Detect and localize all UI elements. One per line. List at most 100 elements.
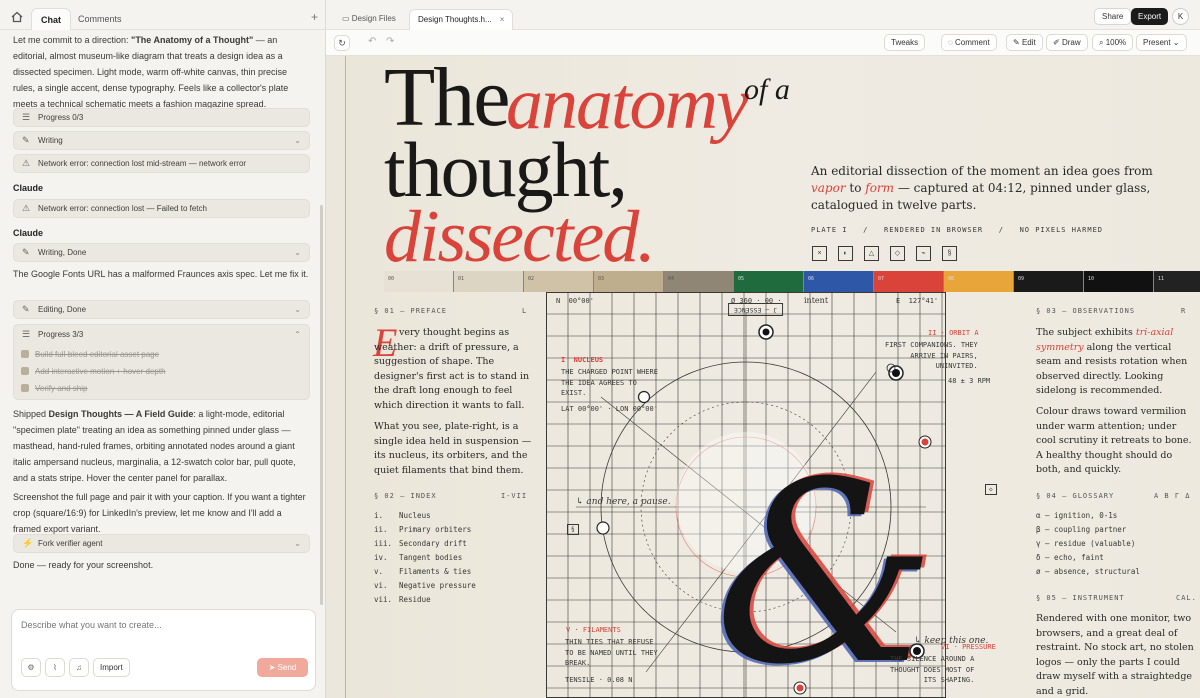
share-button[interactable]: Share	[1094, 8, 1132, 25]
export-button[interactable]: Export	[1131, 8, 1169, 25]
red-node-right[interactable]	[909, 433, 939, 453]
swatch[interactable]: 11	[1154, 271, 1200, 292]
swatch[interactable]: 03	[594, 271, 664, 292]
new-tab-icon[interactable]: +	[311, 11, 318, 23]
home-icon[interactable]	[9, 9, 25, 25]
index-item: ii. Primary orbiters	[374, 525, 471, 534]
square-marker: ◇	[985, 484, 997, 495]
send-label: Send	[277, 663, 297, 672]
attach-icon[interactable]: ⌇	[45, 658, 65, 677]
swatch[interactable]: 02	[524, 271, 594, 292]
draw-button[interactable]: ✐ Draw	[1046, 34, 1088, 51]
rpm-readout: 48 ± 3 RPM	[948, 377, 991, 385]
tensile-readout: TENSILE · 0.08 N	[565, 676, 633, 684]
error-pill: ⚠ Network error: connection lost mid-stre…	[13, 154, 310, 173]
index-label: Nucleus	[399, 511, 431, 520]
index-item: iv. Tangent bodies	[374, 553, 462, 562]
file-tabs-bar: ▭ Design Files Design Thoughts.h... × Sha…	[326, 0, 1200, 30]
nucleus-title: I NUCLEUS	[561, 356, 604, 364]
tab-design-thoughts[interactable]: Design Thoughts.h... ×	[409, 9, 514, 30]
swatch[interactable]: 01	[454, 271, 524, 292]
edit-button[interactable]: ✎ Edit	[1006, 34, 1043, 51]
panel-tabs: Chat Comments +	[0, 0, 326, 30]
refresh-icon[interactable]: ↻	[334, 35, 350, 51]
close-icon[interactable]: ×	[500, 15, 505, 24]
button-label: Edit	[1021, 38, 1036, 47]
swatch[interactable]: 05	[734, 271, 804, 292]
prompt-input[interactable]: Describe what you want to create...	[21, 620, 162, 630]
swatch[interactable]: 04	[664, 271, 734, 292]
send-button[interactable]: ➤ Send	[257, 658, 308, 677]
chat-scrollbar[interactable]	[320, 205, 323, 605]
swatch-label: 03	[598, 276, 605, 282]
tab-comments[interactable]: Comments	[69, 8, 131, 30]
swatch[interactable]: 06	[804, 271, 874, 292]
tab-design-files[interactable]: ▭ Design Files	[334, 9, 404, 30]
index-numeral: ii.	[374, 525, 388, 534]
glossary-item: γ — residue (valuable)	[1036, 539, 1136, 548]
design-canvas[interactable]: The anatomy of a thought, dissected. An …	[326, 56, 1200, 698]
dek: An editorial dissection of the moment an…	[811, 163, 1161, 214]
task-label: Add interactive motion + hover depth	[35, 367, 166, 376]
swatch[interactable]: 08	[944, 271, 1014, 292]
title-of-a: of a	[744, 73, 790, 106]
filaments-text: THIN TIES THAT REFUSE TO BE NAMED UNTIL …	[565, 638, 658, 667]
index-label: Filaments & ties	[399, 567, 472, 576]
checkbox-icon	[21, 350, 29, 358]
assistant-message-screenshot: Screenshot the full page and pair it wit…	[13, 492, 306, 534]
index-item: vi. Negative pressure	[374, 581, 476, 590]
fork-pill[interactable]: ⚡ Fork verifier agent ⌄	[13, 534, 310, 553]
progress-box[interactable]: ☰ Progress 3/3 ⌃ Build full-bleed editor…	[13, 324, 310, 400]
task-item: Add interactive motion + hover depth	[21, 366, 166, 378]
chevron-down-icon: ⌄	[294, 539, 301, 548]
progress-pill[interactable]: ☰ Progress 0/3	[13, 108, 310, 127]
swatch[interactable]: 00	[384, 271, 454, 292]
tweaks-button[interactable]: Tweaks	[884, 34, 926, 51]
present-button[interactable]: Present ⌄	[1136, 34, 1187, 51]
checkbox-icon	[21, 367, 29, 375]
editing-done-pill[interactable]: ✎ Editing, Done ⌄	[13, 300, 310, 319]
swatch-label: 09	[1018, 276, 1025, 282]
swatch-bar[interactable]: 00 01 02 03 04 05 06 07 08 09 10 11	[384, 271, 1200, 292]
intent-label: intent	[804, 296, 829, 305]
swatch[interactable]: 10	[1084, 271, 1154, 292]
task-item: Build full-bleed editorial asset page	[21, 349, 159, 361]
settings-icon[interactable]: ⚙	[21, 658, 41, 677]
dek-text: An editorial dissection of the moment an…	[811, 164, 1153, 178]
writing-pill[interactable]: ✎ Writing ⌄	[13, 131, 310, 150]
index-numeral: iv.	[374, 553, 388, 562]
preface-heading: § 01 — PREFACE	[374, 307, 448, 315]
send-icon: ➤	[268, 663, 278, 672]
audio-icon[interactable]: ♫	[69, 658, 89, 677]
comment-button[interactable]: ◌ Comment	[941, 34, 997, 51]
plate-glyph: §	[942, 246, 957, 261]
swatch[interactable]: 07	[874, 271, 944, 292]
speaker-label: Claude	[13, 183, 44, 193]
index-item: i. Nucleus	[374, 511, 431, 520]
writing-done-pill[interactable]: ✎ Writing, Done ⌄	[13, 243, 310, 262]
progress-label: Progress 3/3	[38, 330, 84, 339]
specimen-plate: The anatomy of a thought, dissected. An …	[345, 56, 1200, 698]
index-item: v. Filaments & ties	[374, 567, 471, 576]
swatch[interactable]: 09	[1014, 271, 1084, 292]
glossary-mark: Α Β Γ Δ	[1154, 492, 1191, 500]
tab-chat[interactable]: Chat	[31, 8, 71, 30]
import-button[interactable]: Import	[93, 658, 130, 677]
redo-icon[interactable]: ↷	[386, 36, 394, 47]
assistant-message-intro: Let me commit to a direction: "The Anato…	[13, 32, 310, 112]
index-label: Secondary drift	[399, 539, 467, 548]
pill-label: Network error: connection lost — Failed …	[38, 204, 207, 213]
glossary-item: α — ignition, 0-1s	[1036, 511, 1118, 520]
swatch-label: 11	[1158, 276, 1165, 282]
zoom-button[interactable]: ⌕ 100%	[1092, 34, 1134, 51]
button-label: Comment	[954, 38, 990, 47]
instrument-text: Rendered with one monitor, two browsers,…	[1036, 613, 1194, 697]
undo-icon[interactable]: ↶	[368, 36, 376, 47]
zoom-icon: ⌕	[1099, 38, 1106, 47]
avatar[interactable]: K	[1172, 8, 1189, 25]
index-label: Negative pressure	[399, 581, 476, 590]
pressure-text: THE SILENCE AROUND A THOUGHT DOES MOST O…	[890, 655, 975, 684]
assistant-message-fonts: The Google Fonts URL has a malformed Fra…	[13, 269, 309, 279]
preface-mark: L	[522, 307, 528, 315]
list-icon: ☰	[22, 329, 31, 339]
